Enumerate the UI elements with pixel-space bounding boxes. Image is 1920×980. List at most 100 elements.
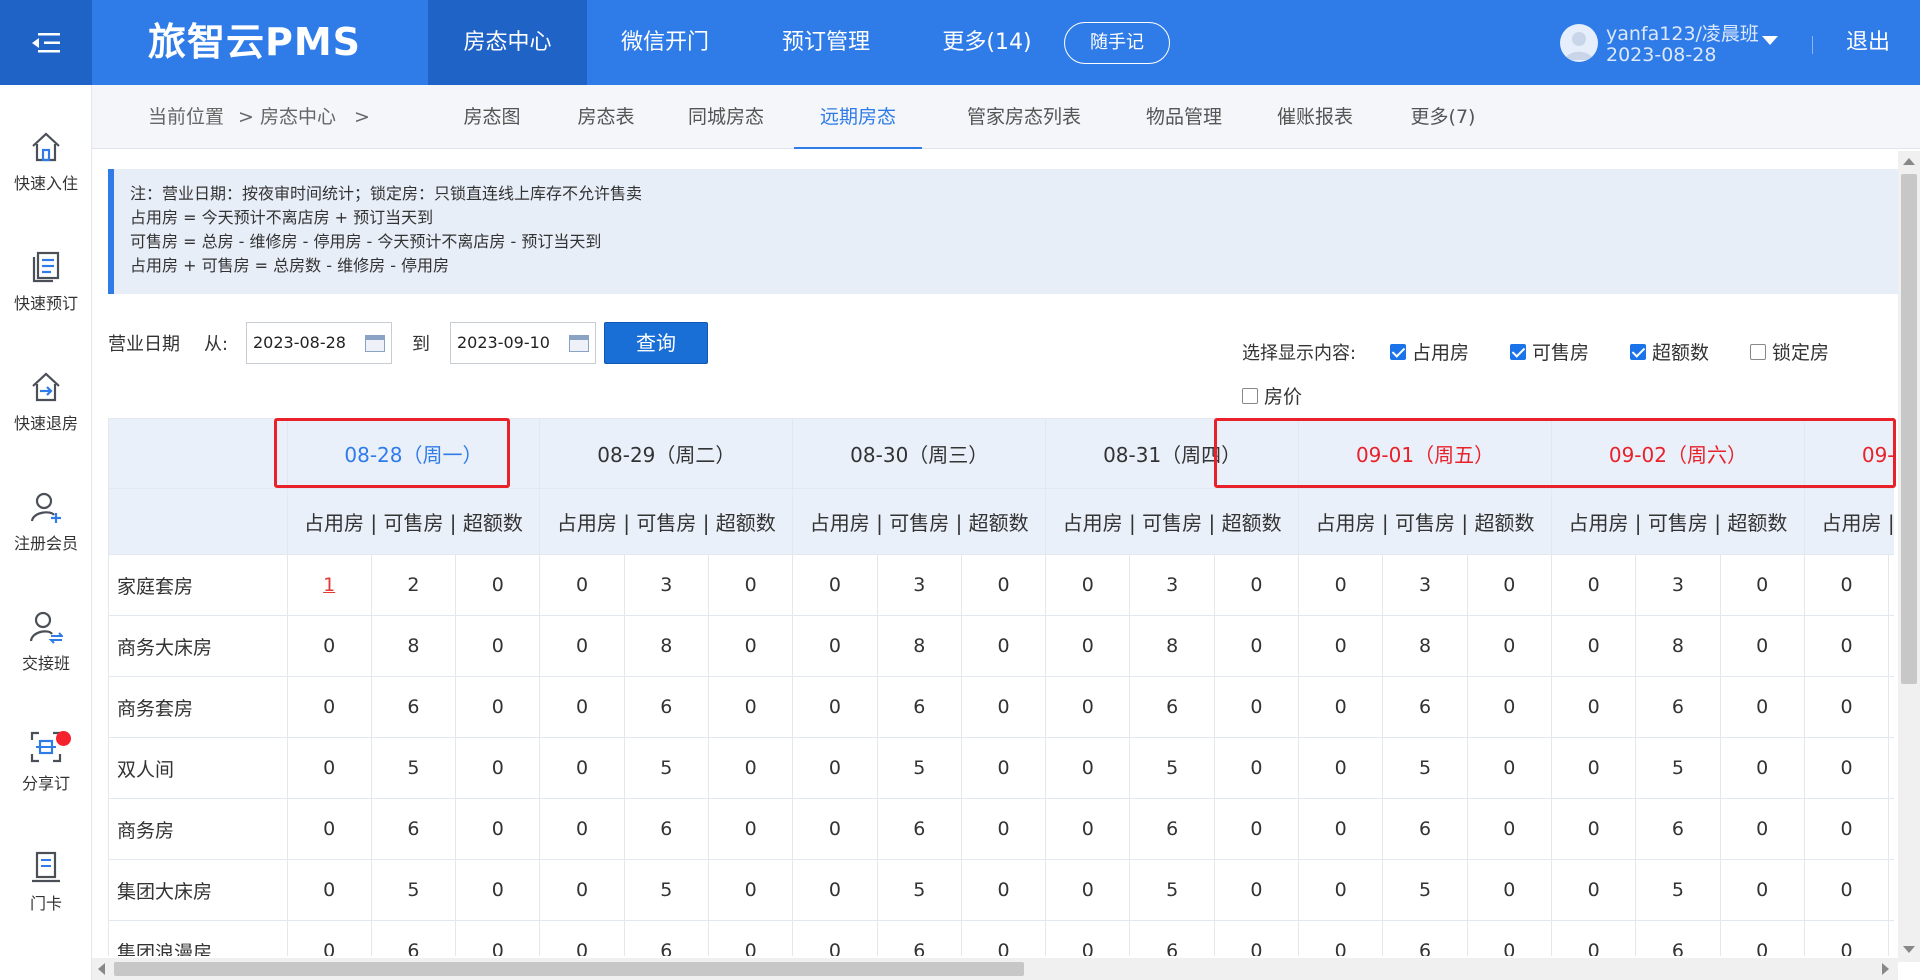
occupied-count: 0 [1045,615,1131,677]
avatar[interactable] [1560,24,1598,62]
available-count: 6 [876,920,962,956]
available-count: 6 [876,676,962,738]
checkbox-locked[interactable]: 锁定房 [1750,338,1829,365]
checkbox-box[interactable] [1630,343,1646,360]
available-count: 5 [1382,737,1468,799]
sidebar-item-quick-booking[interactable]: 快速预订 [0,250,92,350]
available-count: 8 [876,615,962,677]
tab-dunning-report[interactable]: 催账报表 [1260,85,1370,149]
user-date: 2023-08-28 [1606,44,1717,66]
checkbox-occupied[interactable]: 占用房 [1390,338,1469,365]
available-count: 3 [623,554,710,616]
available-count: 2 [370,554,457,616]
occupied-count: 0 [286,676,372,738]
occupied-count: 0 [1045,676,1131,738]
occupied-count: 1 [286,554,372,616]
date-to-input[interactable]: 2023-09-10 [450,322,596,364]
quick-note-button[interactable]: 随手记 [1064,22,1170,64]
metric-subheader: 占用房 | 可售房 | 超额数 [1298,488,1552,555]
tab-room-status-table[interactable]: 房态表 [564,85,648,149]
tab-more[interactable]: 更多(7) [1388,85,1498,149]
vertical-scrollbar[interactable] [1898,151,1920,962]
vertical-scroll-thumb[interactable] [1901,174,1917,684]
checkbox-price[interactable]: 房价 [1242,382,1302,409]
overbook-count: 0 [1466,859,1552,921]
occupied-count: 0 [1550,615,1637,677]
sidebar-item-share-booking[interactable]: 分享订 [0,730,92,830]
overbook-count: 0 [960,798,1047,860]
scroll-up-icon[interactable] [1903,158,1915,165]
occupied-count: 0 [286,798,372,860]
occupied-count-link[interactable]: 1 [323,574,335,596]
tab-room-status-map[interactable]: 房态图 [450,85,534,149]
nav-more[interactable]: 更多(14) [930,0,1044,85]
overbook-count: 0 [1719,920,1805,956]
menu-collapse-icon [32,32,60,52]
metric-subheader: 占用房 | 可售房 | 超额数 [792,488,1047,555]
overbook-count: 0 [1466,615,1552,677]
forecast-table: 08-28（周一） 08-29（周二） 08-30（周三） 08-31（周四） 09-0… [108,418,1894,956]
tab-city-room-status[interactable]: 同城房态 [674,85,778,149]
tab-item-management[interactable]: 物品管理 [1124,85,1244,149]
date-header: 08-29（周二） [539,418,794,489]
query-button[interactable]: 查询 [604,322,708,364]
room-type-name: 商务大床房 [108,615,288,677]
available-count: 6 [1382,920,1468,956]
scroll-left-icon[interactable] [98,963,105,975]
horizontal-scrollbar[interactable] [92,958,1898,980]
sidebar-item-quick-checkin[interactable]: 快速入住 [0,130,92,230]
overbook-count: 0 [1466,676,1552,738]
checkbox-box[interactable] [1510,343,1526,360]
occupied-count: 0 [539,737,625,799]
sidebar-item-door-card[interactable]: 门卡 [0,850,92,950]
calendar-icon[interactable] [365,335,385,352]
tab-long-term-room-status[interactable]: 远期房态 [794,85,922,149]
notification-dot [56,731,71,746]
available-count: 5 [1635,737,1721,799]
metric-subheader: 占用房 | 可售房 | 超额数 [1045,488,1300,555]
calendar-icon[interactable] [569,335,589,352]
available-count: 3 [1129,554,1215,616]
notice-box: 注：营业日期：按夜审时间统计；锁定房：只锁直连线上库存不允许售卖 占用房 = 今… [108,169,1898,294]
scroll-down-icon[interactable] [1903,946,1915,953]
horizontal-scroll-thumb[interactable] [114,962,1024,976]
occupied-count: 0 [539,798,625,860]
brand-logo: 旅智云PMS [148,20,362,64]
menu-toggle-button[interactable] [0,0,92,85]
date-from-input[interactable]: 2023-08-28 [246,322,392,364]
sidebar-label: 快速退房 [13,414,78,433]
checkbox-available[interactable]: 可售房 [1510,338,1589,365]
user-dropdown-caret-icon[interactable] [1762,36,1778,45]
occupied-count: 0 [1045,737,1131,799]
occupied-count: 0 [1803,554,1890,616]
sidebar-item-register-member[interactable]: 注册会员 [0,490,92,590]
tab-housekeeping-list[interactable]: 管家房态列表 [944,85,1104,149]
available-count: 6 [1129,798,1215,860]
available-count: 6 [1635,676,1721,738]
nav-room-status-center[interactable]: 房态中心 [428,0,587,85]
overbook-count: 0 [455,615,541,677]
occupied-count: 0 [792,676,878,738]
top-bar: 旅智云PMS 房态中心 微信开门 预订管理 更多(14) 随手记 yanfa12… [0,0,1920,85]
occupied-count: 0 [1550,737,1637,799]
scroll-right-icon[interactable] [1882,963,1889,975]
to-label: 到 [412,334,430,355]
overbook-count: 0 [1213,554,1300,616]
overbook-count: 0 [455,798,541,860]
available-count: 3 [1382,554,1468,616]
overbook-count: 0 [1719,798,1805,860]
occupied-count: 0 [286,737,372,799]
sidebar-item-shift-handover[interactable]: 交接班 [0,610,92,710]
occupied-count: 0 [1550,798,1637,860]
occupied-count: 0 [1550,676,1637,738]
checkbox-box[interactable] [1390,343,1406,360]
checkbox-box[interactable] [1242,387,1258,404]
nav-booking-management[interactable]: 预订管理 [764,0,888,85]
checkbox-overbook[interactable]: 超额数 [1630,338,1709,365]
breadcrumb-current[interactable]: 房态中心 [260,85,336,149]
logout-button[interactable]: 退出 [1846,0,1890,85]
user-add-icon [30,492,61,523]
nav-wechat-door[interactable]: 微信开门 [600,0,730,85]
checkbox-box[interactable] [1750,343,1766,360]
sidebar-item-quick-checkout[interactable]: 快速退房 [0,370,92,470]
